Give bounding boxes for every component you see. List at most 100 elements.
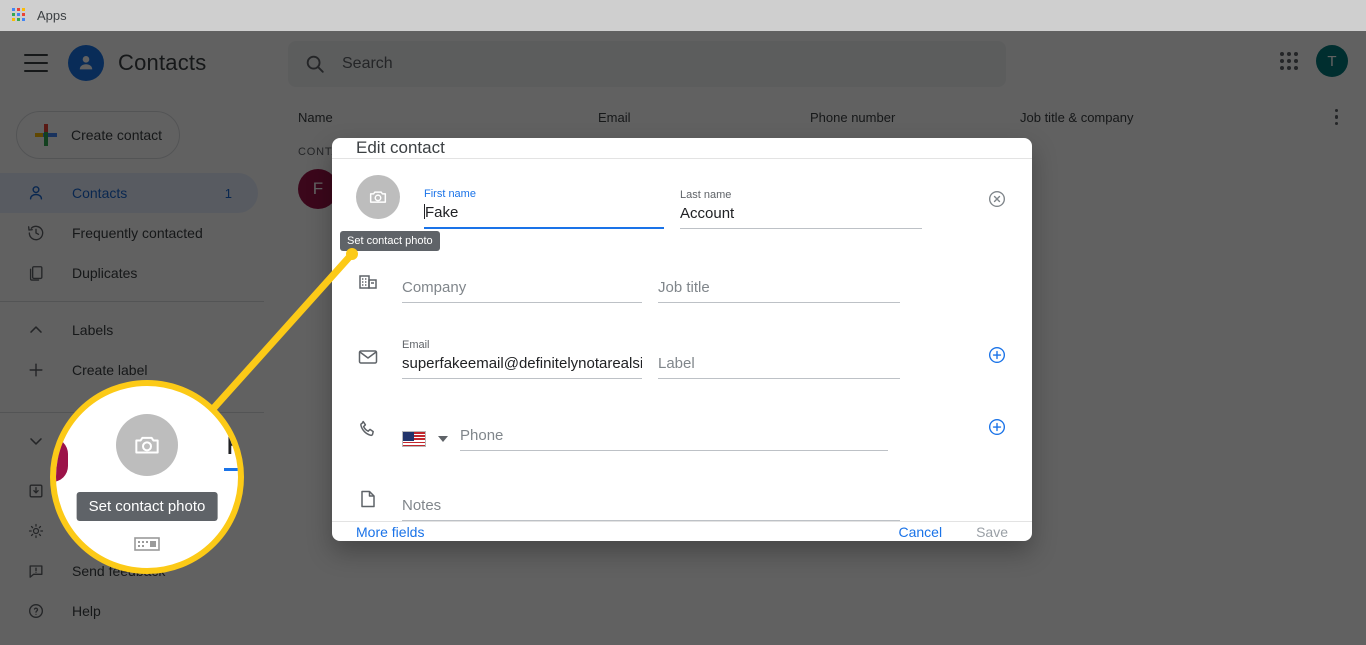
dialog-footer: More fields Cancel Save bbox=[332, 521, 1032, 541]
notes-row: Notes bbox=[356, 465, 1008, 521]
first-name-field[interactable]: First name Fake bbox=[424, 188, 664, 229]
hamburger-menu-icon[interactable] bbox=[24, 54, 48, 72]
history-clock-icon bbox=[28, 225, 44, 241]
name-row: First name Fake Last name Account bbox=[356, 175, 1008, 229]
notes-underline bbox=[402, 520, 900, 521]
chevron-up-icon bbox=[30, 326, 42, 333]
column-header-email: Email bbox=[598, 109, 631, 125]
app-brand: Contacts bbox=[68, 45, 206, 81]
last-name-field[interactable]: Last name Account bbox=[680, 189, 922, 229]
add-circle-plus-icon bbox=[988, 418, 1006, 436]
chevron-down-icon[interactable] bbox=[438, 436, 448, 442]
phone-underline bbox=[460, 450, 888, 451]
page-title: Contacts bbox=[118, 50, 207, 75]
table-header-row: Name Email Phone number Job title & comp… bbox=[280, 95, 1366, 139]
job-title-placeholder[interactable]: Job title bbox=[658, 279, 900, 302]
help-question-icon bbox=[29, 604, 43, 618]
phone-row: Phone bbox=[356, 395, 1008, 451]
last-name-label: Last name bbox=[680, 189, 732, 201]
create-contact-button[interactable]: Create contact bbox=[16, 111, 180, 159]
kebab-menu-icon[interactable] bbox=[1334, 108, 1338, 126]
notes-field[interactable]: Notes bbox=[402, 497, 900, 521]
add-circle-plus-icon bbox=[988, 346, 1006, 364]
job-title-underline bbox=[658, 302, 900, 303]
phone-field[interactable]: Phone bbox=[460, 427, 888, 451]
dialog-body: Set contact photo First name Fake Last n… bbox=[332, 159, 1032, 521]
import-export-icon bbox=[29, 484, 43, 498]
search-bar[interactable]: Search bbox=[288, 41, 1006, 87]
email-field[interactable]: Email superfakeemail@definitelynotareals… bbox=[402, 339, 642, 379]
sidebar-item-label: Duplicates bbox=[72, 265, 138, 281]
add-phone-button[interactable] bbox=[986, 416, 1008, 443]
sidebar-item-contacts[interactable]: Contacts 1 bbox=[0, 173, 258, 213]
sidebar-item-label: Contacts bbox=[72, 185, 128, 201]
edit-contact-dialog: Edit contact Set contact photo First nam… bbox=[332, 138, 1032, 541]
company-building-icon bbox=[359, 275, 377, 289]
first-name-value[interactable]: Fake bbox=[424, 204, 664, 227]
column-header-job: Job title & company bbox=[1020, 109, 1134, 125]
sidebar-item-labels[interactable]: Labels bbox=[0, 310, 258, 350]
email-row: Email superfakeemail@definitelynotareals… bbox=[356, 323, 1008, 379]
bookmark-apps-label[interactable]: Apps bbox=[37, 8, 67, 23]
phone-placeholder[interactable]: Phone bbox=[460, 427, 888, 450]
app-header: Contacts Search T bbox=[0, 31, 1366, 95]
feedback-chat-icon bbox=[29, 565, 43, 578]
zoom-callout: F Set contact photo bbox=[50, 380, 244, 574]
clear-circle-x-icon bbox=[988, 190, 1006, 208]
sidebar-item-label: Help bbox=[72, 603, 101, 619]
callout-focused-underline bbox=[224, 468, 238, 471]
note-page-icon bbox=[361, 490, 375, 508]
camera-icon bbox=[135, 436, 159, 454]
google-apps-waffle-icon[interactable] bbox=[1280, 52, 1298, 70]
us-flag-icon bbox=[402, 431, 426, 447]
google-apps-grid-icon[interactable] bbox=[12, 8, 27, 23]
company-placeholder[interactable]: Company bbox=[402, 279, 642, 302]
sidebar-item-help[interactable]: Help bbox=[0, 591, 258, 631]
add-email-button[interactable] bbox=[986, 344, 1008, 371]
sidebar-item-frequently-contacted[interactable]: Frequently contacted bbox=[0, 213, 258, 253]
callout-company-icon bbox=[134, 537, 160, 551]
browser-bookmark-bar: Apps bbox=[0, 0, 1366, 31]
notes-placeholder[interactable]: Notes bbox=[402, 497, 900, 520]
email-label-underline bbox=[658, 378, 900, 379]
column-header-phone: Phone number bbox=[810, 109, 896, 125]
sidebar-divider bbox=[0, 301, 264, 302]
company-field[interactable]: Company bbox=[402, 279, 642, 303]
phone-icon bbox=[360, 420, 374, 437]
email-label-field[interactable]: Label bbox=[658, 355, 900, 379]
envelope-icon bbox=[358, 350, 378, 364]
last-name-value[interactable]: Account bbox=[680, 205, 922, 228]
country-selector[interactable] bbox=[402, 431, 448, 447]
save-button[interactable]: Save bbox=[976, 524, 1008, 540]
duplicates-copy-icon bbox=[29, 266, 43, 281]
search-icon bbox=[306, 55, 324, 73]
more-fields-button[interactable]: More fields bbox=[356, 524, 424, 540]
dialog-footer-actions: Cancel Save bbox=[898, 524, 1008, 540]
column-header-name: Name bbox=[298, 109, 333, 125]
email-label-placeholder[interactable]: Label bbox=[658, 355, 900, 378]
contacts-person-icon bbox=[68, 45, 104, 81]
sidebar-item-label: Frequently contacted bbox=[72, 225, 203, 241]
email-underline bbox=[402, 378, 642, 379]
clear-name-button[interactable] bbox=[986, 188, 1008, 215]
dialog-title: Edit contact bbox=[332, 138, 1032, 159]
callout-set-contact-photo-button[interactable] bbox=[116, 414, 178, 476]
email-value[interactable]: superfakeemail@definitelynotarealsite bbox=[402, 355, 642, 378]
email-label: Email bbox=[402, 339, 430, 351]
company-row: Company Job title bbox=[356, 247, 1008, 303]
job-title-field[interactable]: Job title bbox=[658, 279, 900, 303]
person-icon bbox=[29, 186, 43, 200]
callout-contact-avatar-edge bbox=[56, 438, 68, 482]
first-name-underline bbox=[424, 227, 664, 229]
settings-gear-icon bbox=[28, 523, 44, 539]
search-input[interactable]: Search bbox=[342, 55, 393, 73]
set-contact-photo-tooltip: Set contact photo bbox=[340, 231, 440, 251]
sidebar-item-duplicates[interactable]: Duplicates bbox=[0, 253, 258, 293]
header-actions: T bbox=[1280, 45, 1348, 77]
plus-multicolor-icon bbox=[35, 124, 57, 146]
chevron-down-icon bbox=[30, 438, 42, 445]
callout-tooltip: Set contact photo bbox=[76, 492, 218, 521]
cancel-button[interactable]: Cancel bbox=[898, 524, 942, 540]
avatar[interactable]: T bbox=[1316, 45, 1348, 77]
company-underline bbox=[402, 302, 642, 303]
